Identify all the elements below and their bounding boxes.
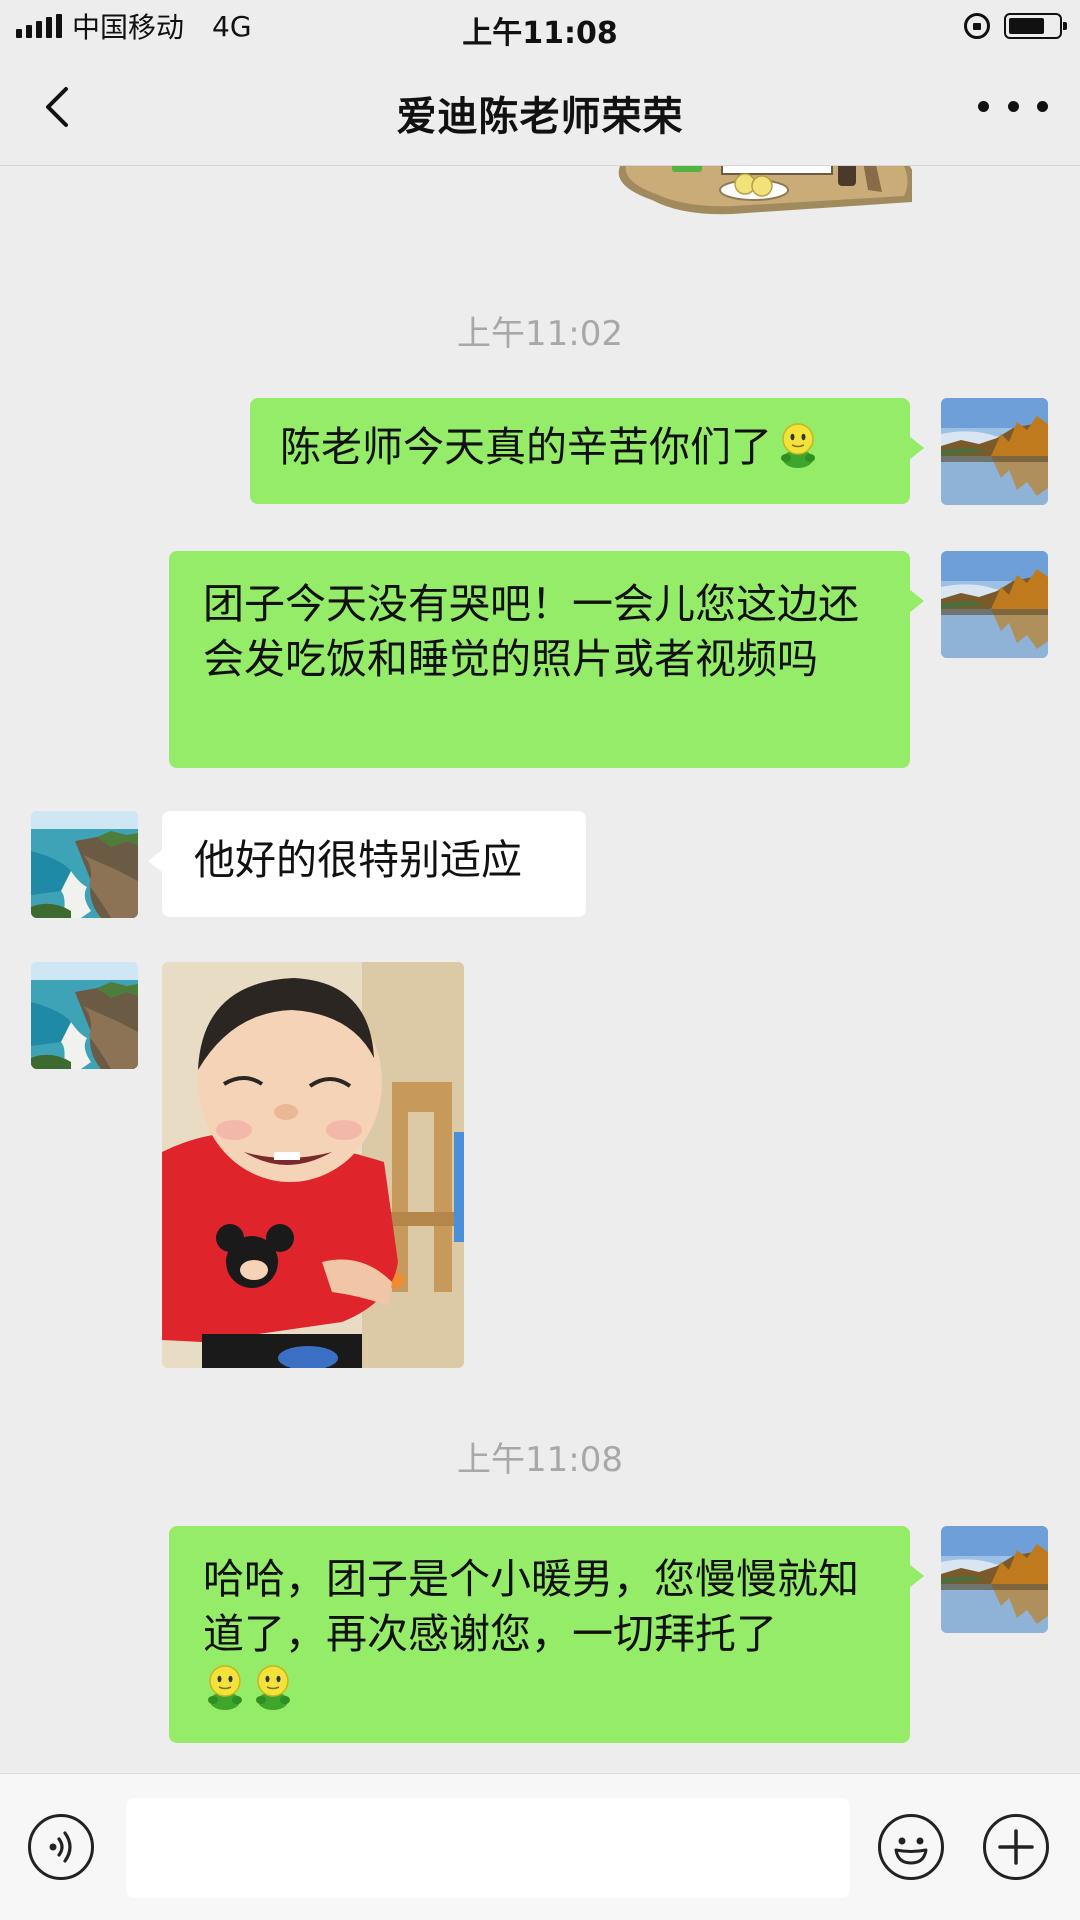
chat-nav-bar: 爱迪陈老师荣荣 — [0, 52, 1080, 166]
battery-level — [1009, 18, 1044, 34]
sticker-image[interactable] — [612, 166, 912, 236]
contact-avatar[interactable] — [31, 811, 138, 918]
message-text: 他好的很特别适应 — [194, 836, 522, 884]
battery-icon — [1004, 13, 1067, 39]
message-text-input[interactable] — [126, 1798, 850, 1898]
rotation-lock-icon — [964, 13, 990, 39]
child-photo-image — [162, 962, 464, 1368]
status-time: 上午11:08 — [462, 16, 618, 51]
message-text: 陈老师今天真的辛苦你们了 — [280, 423, 772, 471]
photo-message[interactable] — [162, 962, 464, 1368]
emoji-smile-icon — [894, 1837, 928, 1865]
message-input-bar — [0, 1773, 1080, 1920]
message-timestamp: 上午11:02 — [457, 314, 623, 354]
chat-title: 爱迪陈老师荣荣 — [396, 94, 684, 140]
more-dots-icon — [978, 100, 989, 112]
emoji-icon — [251, 1663, 295, 1711]
plus-circle-icon — [998, 1829, 1034, 1865]
message-text: 哈哈，团子是个小暖男，您慢慢就知道了，再次感谢您，一切拜托了 — [203, 1555, 859, 1658]
contact-avatar[interactable] — [31, 962, 138, 1069]
outgoing-message-bubble[interactable]: 哈哈，团子是个小暖男，您慢慢就知道了，再次感谢您，一切拜托了 — [169, 1526, 924, 1743]
my-avatar[interactable] — [941, 1526, 1048, 1633]
chat-message-list[interactable]: 上午11:02 陈老师今天真的辛苦你们了 团子今天没有哭吧！一会儿您这边还会发吃… — [0, 166, 1080, 1773]
lake-avatar-icon — [941, 398, 1048, 505]
emoji-button[interactable] — [878, 1814, 944, 1880]
coast-avatar-icon — [31, 962, 138, 1069]
status-bar: 中国移动 4G 上午11:08 — [0, 0, 1080, 52]
outgoing-message-bubble[interactable]: 陈老师今天真的辛苦你们了 — [250, 398, 924, 504]
message-timestamp: 上午11:08 — [457, 1440, 623, 1480]
emoji-icon — [203, 1663, 247, 1711]
message-text: 团子今天没有哭吧！一会儿您这边还会发吃饭和睡觉的照片或者视频吗 — [203, 580, 859, 683]
emoji-icon — [776, 421, 820, 469]
my-avatar[interactable] — [941, 398, 1048, 505]
status-bar-right — [964, 10, 1067, 42]
my-avatar[interactable] — [941, 551, 1048, 658]
more-button[interactable] — [978, 84, 1048, 128]
voice-icon — [49, 1831, 72, 1863]
voice-button[interactable] — [28, 1814, 94, 1880]
coast-avatar-icon — [31, 811, 138, 918]
incoming-message-bubble[interactable]: 他好的很特别适应 — [148, 811, 586, 917]
outgoing-message-bubble[interactable]: 团子今天没有哭吧！一会儿您这边还会发吃饭和睡觉的照片或者视频吗 — [169, 551, 924, 768]
lake-avatar-icon — [941, 551, 1048, 658]
lake-avatar-icon — [941, 1526, 1048, 1633]
more-actions-button[interactable] — [983, 1814, 1049, 1880]
